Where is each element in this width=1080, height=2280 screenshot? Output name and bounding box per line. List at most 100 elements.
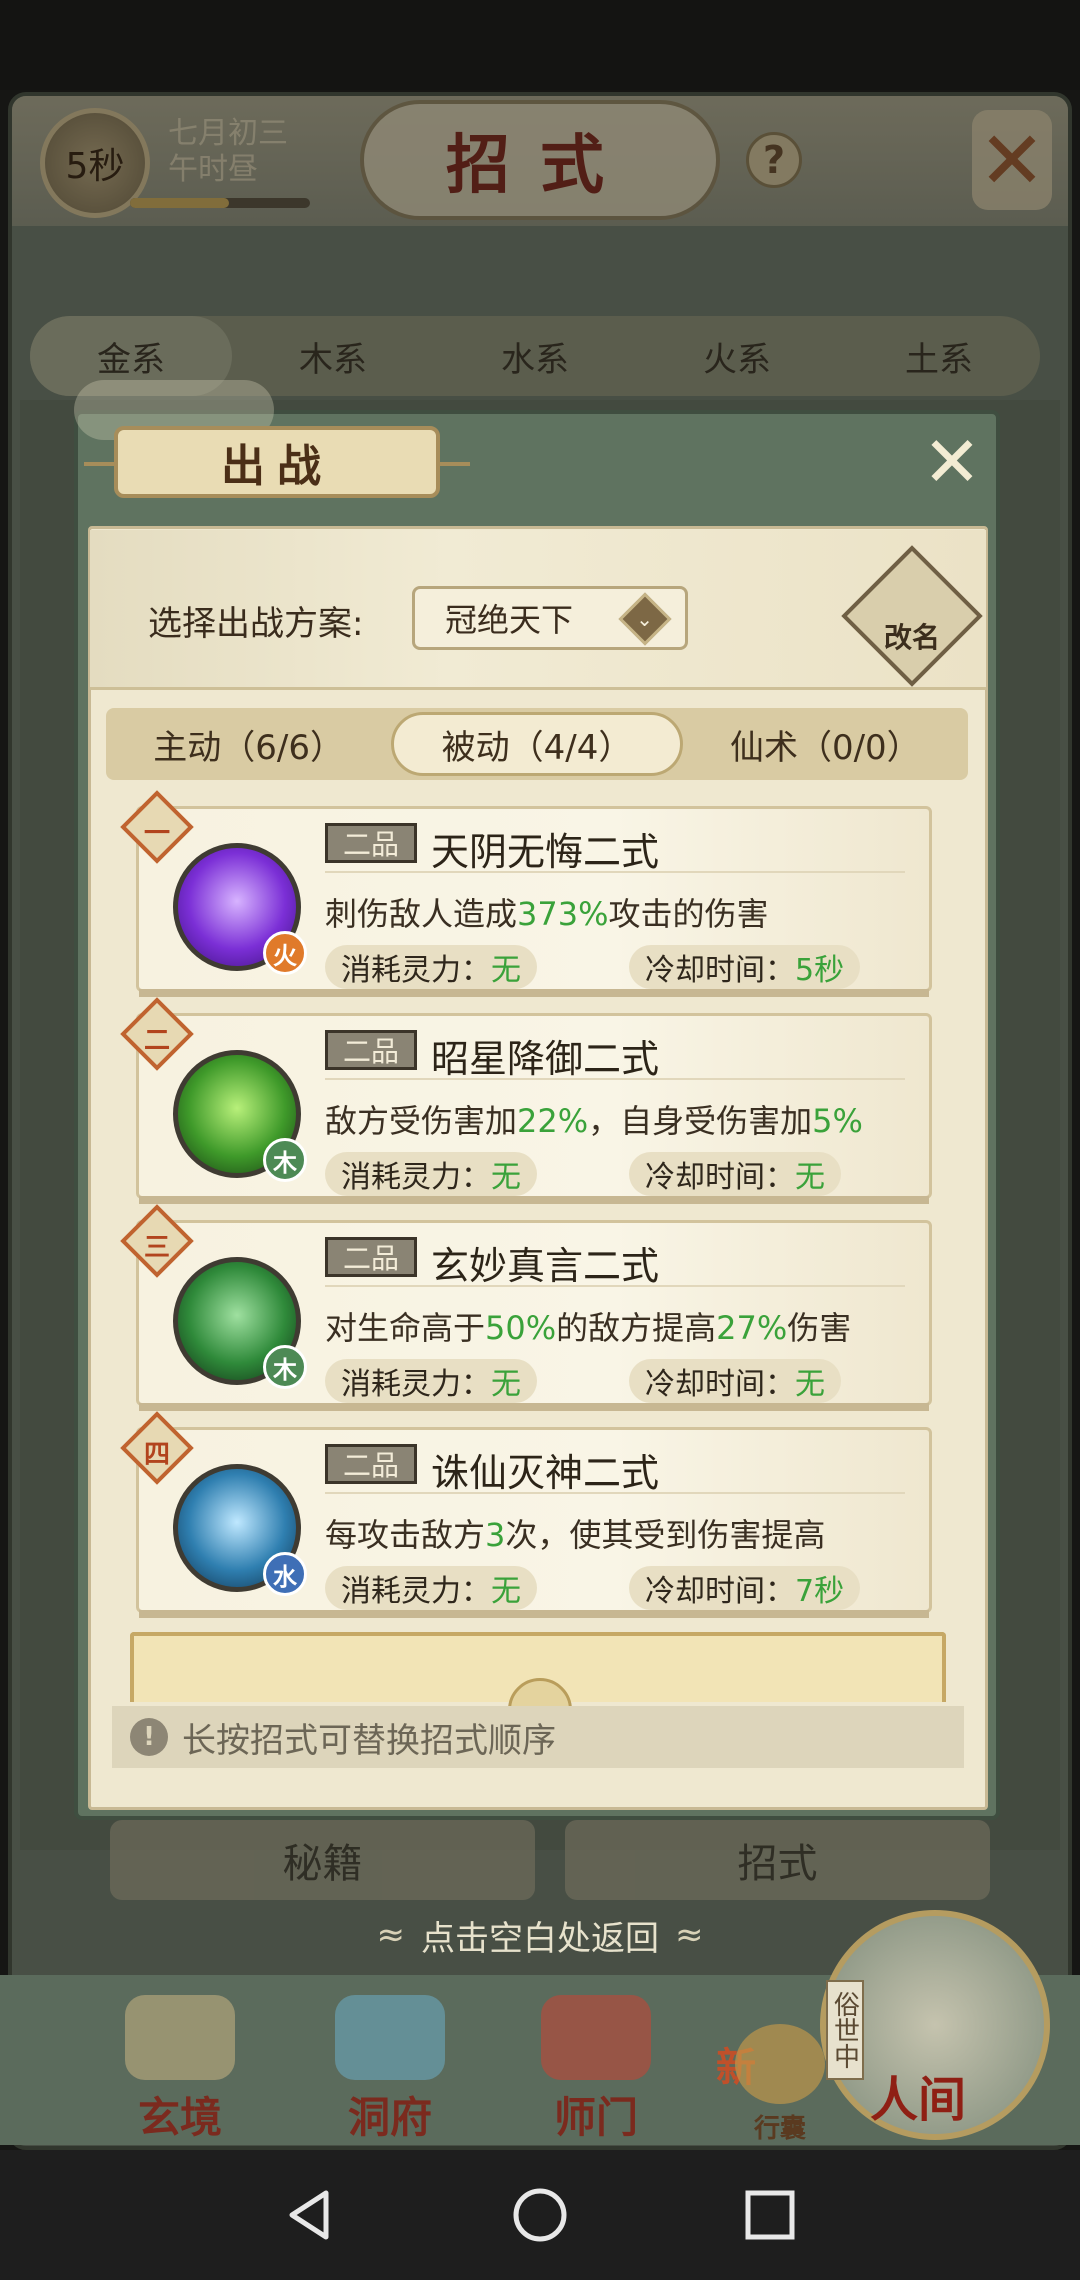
cost-label: 消耗灵力：: [341, 1160, 491, 1195]
close-icon[interactable]: ✕: [918, 421, 986, 503]
grade-tag: 二品: [325, 1030, 417, 1070]
cooldown-value: 5秒: [795, 953, 845, 988]
cost-value: 无: [491, 1160, 521, 1195]
back-icon[interactable]: [280, 2185, 340, 2245]
desc-text: 敌方受伤害加: [325, 1102, 518, 1140]
cost-label: 消耗灵力：: [341, 953, 491, 988]
cooldown-value: 无: [795, 1160, 825, 1195]
desc-value: 50%: [485, 1309, 557, 1347]
cooldown-pill: 冷却时间：无: [629, 1359, 841, 1403]
card-divider: [325, 1078, 905, 1080]
skill-name: 玄妙真言二式: [431, 1244, 660, 1288]
world-label: 人间: [870, 2072, 967, 2128]
modal-title: 出战: [84, 426, 470, 498]
cooldown-pill: 冷却时间： 7秒: [629, 1566, 861, 1610]
skill-description: 对生命高于50%的敌方提高27%伤害: [325, 1303, 915, 1349]
cooldown-label: 冷却时间：: [645, 1574, 795, 1609]
home-icon[interactable]: [510, 2185, 570, 2245]
cooldown-label: 冷却时间：: [645, 953, 795, 988]
return-hint-text: 点击空白处返回: [421, 1918, 659, 1959]
skill-description: 每攻击敌方3次，使其受到伤害提高: [325, 1510, 915, 1556]
nav-label: 师门: [553, 2093, 638, 2142]
cooldown-pill: 冷却时间：无: [629, 1152, 841, 1196]
rank-number: 四: [143, 1440, 170, 1470]
skill-name: 天阴无悔二式: [431, 830, 660, 874]
skill-card[interactable]: 三木二品 玄妙真言二式 对生命高于50%的敌方提高27%伤害 消耗灵力：无冷却时间：无: [120, 1204, 932, 1411]
skill-name: 昭星降御二式: [431, 1037, 660, 1081]
recents-icon[interactable]: [740, 2185, 800, 2245]
cost-label: 消耗灵力：: [341, 1367, 491, 1402]
cooldown-label: 冷却时间：: [645, 1160, 795, 1195]
nav-xuanjing[interactable]: 玄境: [100, 1995, 260, 2145]
desc-value: 373%: [517, 895, 609, 933]
game-screen: 5秒 七月初三 午时昼 招式 ? ✕ 金系 木系 水系 火系 土系 秘籍 招式 …: [0, 0, 1080, 2280]
tab-spells[interactable]: 仙术（0/0）: [683, 708, 968, 780]
nav-label: 玄境: [137, 2093, 222, 2142]
cost-value: 无: [491, 953, 521, 988]
cooldown-label: 冷却时间：: [645, 1367, 795, 1402]
desc-text: 伤害: [787, 1309, 852, 1347]
cost-pill: 消耗灵力：无: [325, 1359, 537, 1403]
desc-text: 的敌方提高: [556, 1309, 717, 1347]
skill-description: 敌方受伤害加22%，自身受伤害加5%: [325, 1096, 915, 1142]
element-badge: 木: [263, 1345, 307, 1389]
nav-label: 洞府: [347, 2093, 432, 2142]
swirl-right-icon: ≈: [675, 1915, 704, 1955]
pavilion-icon: [335, 1995, 445, 2080]
swirl-left-icon: ≈: [376, 1915, 406, 1955]
cooldown-value: 7秒: [795, 1574, 845, 1609]
chevron-down-icon: ⌄: [618, 592, 672, 646]
grade-tag: 二品: [325, 823, 417, 863]
desc-text: 每攻击敌方: [325, 1516, 486, 1554]
desc-text: 次，使其受到伤害提高: [505, 1516, 826, 1554]
element-badge: 木: [263, 1138, 307, 1182]
skill-name: 诛仙灭神二式: [431, 1451, 660, 1495]
scheme-value: 冠绝天下: [445, 601, 574, 639]
skill-card[interactable]: 四水 二品 诛仙灭神二式 每攻击敌方3次，使其受到伤害提高 消耗灵力：无 冷却时间： 7秒: [120, 1411, 932, 1618]
skill-card[interactable]: 一火 二品 天阴无悔二式刺伤敌人造成373%攻击的伤害消耗灵力：无 冷却时间： 5秒: [120, 790, 932, 997]
banner-icon: [541, 1995, 651, 2080]
tip-text: 长按招式可替换招式顺序: [182, 1720, 556, 1761]
card-divider: [325, 871, 905, 873]
cooldown-value: 无: [795, 1367, 825, 1402]
desc-text: ，自身受伤害加: [588, 1102, 813, 1140]
desc-text: 刺伤敌人造成: [325, 895, 518, 933]
element-badge: 水: [263, 1552, 307, 1596]
card-divider: [325, 1492, 905, 1494]
nav-shimen[interactable]: 师门: [516, 1995, 676, 2145]
tip-row: ! 长按招式可替换招式顺序: [112, 1706, 964, 1768]
desc-value: 3: [485, 1516, 506, 1554]
scroll-icon: [125, 1995, 235, 2080]
card-divider: [325, 1285, 905, 1287]
rank-number: 一: [143, 819, 170, 849]
grade-tag: 二品: [325, 1237, 417, 1277]
desc-text: 攻击的伤害: [608, 895, 769, 933]
desc-value: 22%: [517, 1102, 589, 1140]
cooldown-pill: 冷却时间： 5秒: [629, 945, 861, 989]
android-nav-bar: [0, 2150, 1080, 2280]
cost-label: 消耗灵力：: [341, 1574, 491, 1609]
cost-pill: 消耗灵力：无: [325, 1566, 537, 1610]
tab-active-skills[interactable]: 主动（6/6）: [106, 708, 391, 780]
skill-description: 刺伤敌人造成373%攻击的伤害: [325, 889, 915, 935]
cost-value: 无: [491, 1574, 521, 1609]
scheme-label: 选择出战方案:: [148, 604, 364, 644]
element-badge: 火: [263, 931, 307, 975]
grade-tag: 二品: [325, 1444, 417, 1484]
info-icon: !: [130, 1718, 168, 1756]
rename-label: 改名: [883, 621, 940, 654]
bag-icon: [735, 2024, 825, 2104]
rank-number: 三: [143, 1233, 170, 1263]
cost-value: 无: [491, 1367, 521, 1402]
rank-number: 二: [143, 1026, 170, 1056]
nav-label: 行囊: [753, 2114, 806, 2144]
scheme-select[interactable]: 冠绝天下 ⌄: [412, 586, 688, 650]
desc-value: 27%: [716, 1309, 788, 1347]
skill-type-tabs: 主动（6/6） 被动（4/4） 仙术（0/0）: [106, 708, 968, 780]
world-tag: 俗世中: [826, 1980, 864, 2080]
nav-dongfu[interactable]: 洞府: [310, 1995, 470, 2145]
desc-text: 对生命高于: [325, 1309, 486, 1347]
skill-card[interactable]: 二木二品 昭星降御二式 敌方受伤害加22%，自身受伤害加5% 消耗灵力：无冷却时间：无: [120, 997, 932, 1204]
desc-value: 5%: [812, 1102, 863, 1140]
tab-passive-skills[interactable]: 被动（4/4）: [391, 712, 683, 776]
